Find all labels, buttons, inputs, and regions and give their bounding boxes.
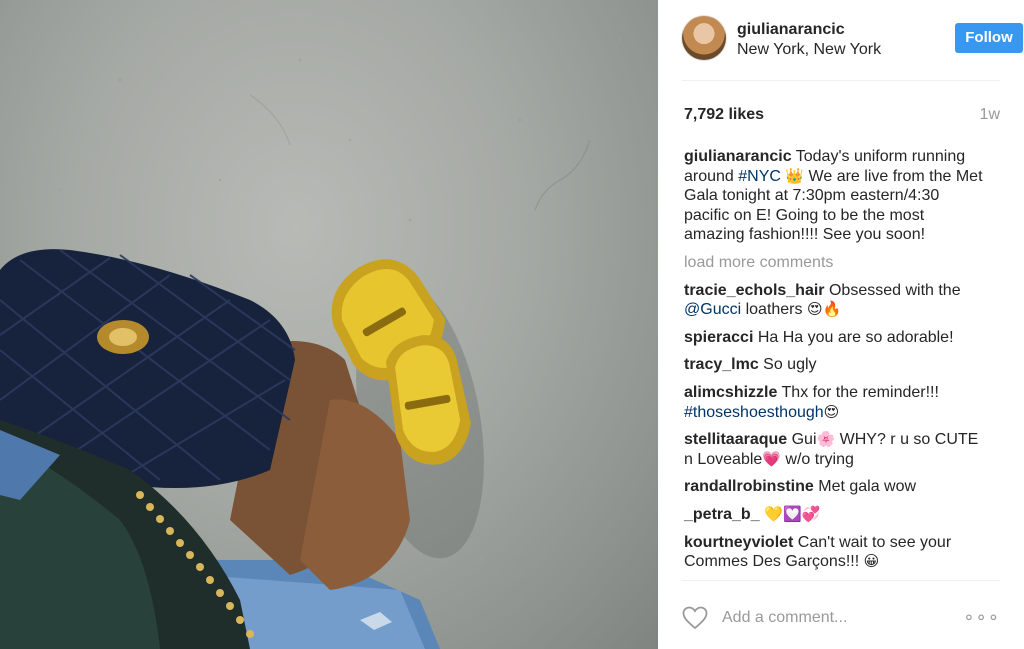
emoji: 🌸 [816,430,836,449]
mention-link[interactable]: @Gucci [684,301,741,318]
comment-user[interactable]: randallrobinstine [684,478,814,495]
list-item: kourtneyviolet Can't wait to see your Co… [684,533,984,572]
crown-emoji: 👑 [785,166,805,185]
comment-user[interactable]: tracie_echols_hair [684,282,825,299]
comment-text: Thx for the reminder!!! [777,383,939,401]
more-options-icon[interactable]: ∘∘∘ [963,607,1000,628]
comment-text: So ugly [758,356,817,374]
post-username[interactable]: giulianarancic [737,21,845,39]
photo-illustration [0,38,622,649]
list-item: tracie_echols_hair Obsessed with the @Gu… [684,281,984,320]
comment-input[interactable]: Add a comment... [722,609,847,627]
comment-user[interactable]: tracy_lmc [684,356,759,373]
likes-count[interactable]: 7,792 likes [684,106,764,124]
heart-icon[interactable] [682,606,708,630]
list-item: tracy_lmc So ugly [684,355,984,375]
post-location[interactable]: New York, New York [737,41,881,59]
post-photo[interactable] [0,0,658,649]
comment-user[interactable]: _petra_b_ [684,506,760,523]
comments-divider [682,580,1000,581]
emoji: 😍🔥 [806,300,842,319]
comment-text: Obsessed with the [824,281,961,299]
post-time[interactable]: 1w [980,106,1000,124]
post-details-panel: giulianarancic New York, New York Follow… [658,0,1024,649]
comments-list: giulianarancic Today's uniform running a… [684,147,984,580]
list-item: alimcshizzle Thx for the reminder!!! #th… [684,383,984,422]
comment-user[interactable]: giulianarancic [684,148,792,165]
follow-button[interactable]: Follow [955,23,1023,53]
add-comment-row: Add a comment... ∘∘∘ [682,596,1000,640]
emoji: 😍 [823,402,840,421]
list-item: stellitaaraque Gui🌸 WHY? r u so CUTE n L… [684,430,984,469]
caption: giulianarancic Today's uniform running a… [684,147,984,245]
comment-text: Met gala wow [813,478,917,496]
comment-user[interactable]: spieracci [684,329,753,346]
emoji: 💗 [762,449,781,468]
post-header: giulianarancic New York, New York Follow [682,14,1023,66]
list-item: spieracci Ha Ha you are so adorable! [684,328,984,348]
comment-user[interactable]: stellitaaraque [684,431,787,448]
comment-user[interactable]: alimcshizzle [684,384,777,401]
emoji: 😀 [863,552,880,571]
comment-text: loathers [741,301,807,319]
comment-text: Gui [787,431,817,449]
comment-text: w/o trying [780,450,854,468]
hashtag-link[interactable]: #thoseshoesthough [684,404,824,421]
comment-user[interactable]: kourtneyviolet [684,534,793,551]
load-more-comments[interactable]: load more comments [684,253,984,273]
header-divider [682,80,1000,81]
list-item: randallrobinstine Met gala wow [684,477,984,497]
hashtag-link[interactable]: #NYC [738,168,781,185]
avatar[interactable] [682,16,726,60]
comment-text: Ha Ha you are so adorable! [753,328,954,346]
list-item: _petra_b_ 💛💟💞 [684,505,984,525]
emoji: 💛💟💞 [759,504,821,523]
